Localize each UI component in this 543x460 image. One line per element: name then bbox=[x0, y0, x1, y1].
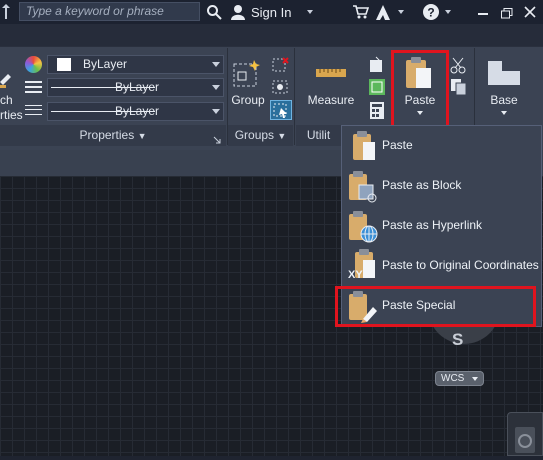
select-all-icon[interactable] bbox=[368, 78, 386, 96]
search-icon[interactable] bbox=[205, 3, 223, 21]
close-icon[interactable] bbox=[524, 5, 536, 18]
cut-icon[interactable] bbox=[450, 56, 468, 74]
match-properties-label[interactable]: ch bbox=[0, 93, 13, 107]
dialog-launcher-icon[interactable] bbox=[213, 131, 221, 144]
ungroup-icon[interactable] bbox=[271, 56, 291, 74]
lineweight-combo[interactable]: ByLayer bbox=[47, 102, 224, 121]
search-sidebar-mark bbox=[0, 4, 12, 20]
menu-item-paste-as-hyperlink[interactable]: Paste as Hyperlink bbox=[343, 206, 540, 246]
wcs-menu-button[interactable]: WCS bbox=[435, 371, 484, 386]
minimize-button[interactable] bbox=[478, 13, 488, 15]
paste-hyperlink-icon bbox=[347, 209, 379, 243]
color-wheel-icon bbox=[25, 56, 42, 73]
sign-in-button[interactable]: Sign In bbox=[251, 5, 291, 20]
groups-panel-title[interactable]: Groups ▼ bbox=[228, 125, 293, 146]
navigation-bar[interactable] bbox=[507, 412, 543, 456]
measure-icon[interactable] bbox=[316, 66, 346, 80]
paste-block-icon bbox=[347, 169, 379, 203]
user-icon[interactable] bbox=[229, 3, 247, 21]
xy-badge: XY bbox=[348, 269, 363, 281]
base-button[interactable]: Base bbox=[484, 93, 524, 107]
menu-item-paste[interactable]: Paste bbox=[343, 126, 540, 166]
chevron-down-icon bbox=[212, 85, 220, 90]
chevron-down-icon[interactable] bbox=[307, 10, 313, 14]
paste-special-highlight bbox=[335, 286, 536, 327]
properties-panel-title[interactable]: Properties ▼ bbox=[0, 125, 226, 146]
linetype-combo-value: ByLayer bbox=[115, 80, 160, 94]
restore-button[interactable] bbox=[501, 6, 513, 19]
group-edit-icon[interactable] bbox=[271, 78, 291, 96]
chevron-down-icon[interactable] bbox=[501, 111, 507, 115]
autodesk-icon[interactable] bbox=[374, 3, 392, 21]
compass-south-label[interactable]: S bbox=[452, 330, 463, 350]
base-view-icon[interactable] bbox=[486, 59, 522, 87]
paste-button-highlight bbox=[391, 50, 449, 130]
quick-select-icon[interactable] bbox=[368, 56, 386, 74]
search-input[interactable]: Type a keyword or phrase bbox=[19, 2, 200, 21]
lineweight-combo-value: ByLayer bbox=[115, 104, 160, 118]
chevron-down-icon bbox=[212, 62, 220, 67]
chevron-down-icon[interactable] bbox=[398, 10, 404, 14]
menu-item-paste-to-original-coordinates[interactable]: XY Paste to Original Coordinates bbox=[343, 246, 540, 286]
lineweight-icon bbox=[25, 104, 42, 118]
cart-icon[interactable] bbox=[352, 4, 370, 20]
color-combo-value: ByLayer bbox=[83, 57, 128, 71]
calculator-icon[interactable] bbox=[369, 101, 385, 120]
panel-divider bbox=[294, 48, 295, 145]
match-properties-icon[interactable] bbox=[0, 72, 12, 88]
chevron-down-icon bbox=[212, 109, 220, 114]
menu-item-paste-as-block[interactable]: Paste as Block bbox=[343, 166, 540, 206]
paste-icon bbox=[347, 129, 379, 163]
svg-text:?: ? bbox=[427, 5, 434, 19]
tab-strip bbox=[0, 24, 543, 46]
group-icon[interactable] bbox=[232, 58, 262, 88]
chevron-down-icon[interactable] bbox=[445, 10, 451, 14]
group-button[interactable]: Group bbox=[231, 93, 265, 107]
help-icon[interactable]: ? bbox=[421, 2, 440, 21]
group-selection-icon[interactable] bbox=[270, 100, 292, 120]
utilities-panel-title[interactable]: Utilit bbox=[296, 125, 341, 146]
linetype-combo[interactable]: ByLayer bbox=[47, 78, 224, 97]
color-combo[interactable]: ByLayer bbox=[47, 55, 224, 74]
linetype-icon bbox=[25, 80, 42, 94]
copy-icon[interactable] bbox=[450, 78, 468, 96]
measure-button[interactable]: Measure bbox=[305, 93, 357, 107]
match-properties-label[interactable]: rties bbox=[0, 108, 23, 122]
